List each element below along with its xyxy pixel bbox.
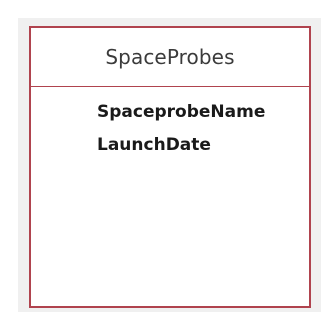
field-spaceprobe-name[interactable]: SpaceprobeName (31, 96, 309, 129)
table-header[interactable]: SpaceProbes (31, 28, 309, 87)
diagram-canvas: SpaceProbes SpaceprobeName LaunchDate (0, 0, 333, 320)
field-list: SpaceprobeName LaunchDate (31, 87, 309, 162)
field-launch-date[interactable]: LaunchDate (31, 129, 309, 162)
table-title: SpaceProbes (105, 45, 235, 69)
table-field-list[interactable]: SpaceProbes SpaceprobeName LaunchDate (29, 26, 311, 308)
